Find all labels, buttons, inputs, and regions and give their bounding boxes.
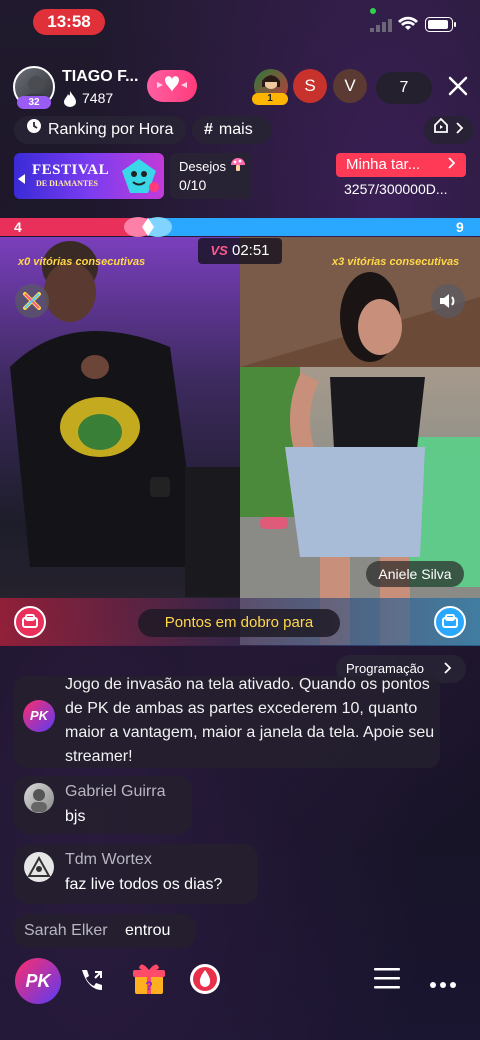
signal-icon (370, 18, 394, 37)
host-likes: 7487 (82, 90, 114, 106)
camera-indicator-dot (370, 8, 376, 14)
wishlist-value: 0/10 (179, 177, 207, 193)
chevron-left-icon (18, 171, 26, 189)
pk-right-score: 9 (456, 219, 464, 235)
chat-text: bjs (65, 808, 86, 825)
left-streak: x0 vitórias consecutivas (18, 256, 146, 268)
more-label: mais (218, 121, 253, 138)
pk-badge-text: PK (29, 708, 49, 723)
call-icon[interactable] (76, 966, 108, 1001)
viewer-count[interactable]: 7 (376, 72, 432, 104)
coin-drop-icon[interactable] (189, 962, 221, 1001)
chat-avatar[interactable] (24, 783, 54, 813)
gift-icon[interactable]: ? (133, 962, 165, 1001)
right-team-icon[interactable] (434, 606, 466, 638)
festival-subtitle: DE DIAMANTES (36, 179, 99, 188)
pk-system-badge: PK (23, 700, 55, 732)
my-task-button[interactable]: Minha tar... (336, 153, 466, 177)
svg-text:?: ? (145, 979, 152, 993)
join-username[interactable]: Sarah Elker (24, 922, 108, 940)
wifi-icon (398, 16, 418, 37)
join-action: entrou (125, 922, 171, 939)
flame-icon (64, 91, 76, 112)
chevron-right-icon (444, 656, 452, 684)
ranking-label: Ranking por Hora (48, 121, 174, 139)
viewer-avatar-3[interactable]: V (333, 69, 367, 103)
right-streak: x3 vitórias consecutivas (332, 256, 460, 268)
chevron-right-icon (448, 153, 456, 177)
host-name[interactable]: TIAGO F... (62, 68, 138, 86)
follow-button[interactable] (147, 70, 197, 102)
pk-left-score: 4 (14, 219, 22, 235)
pk-score-bar (0, 218, 480, 236)
hashtag-icon: # (204, 121, 213, 138)
festival-title: FESTIVAL (32, 162, 110, 178)
banner-pager-dots (80, 193, 120, 199)
double-points-label: Pontos em dobro para (138, 609, 340, 637)
host-level-badge: 32 (17, 96, 51, 109)
vs-label: VS (210, 243, 228, 258)
festival-banner[interactable]: FESTIVAL DE DIAMANTES (14, 153, 164, 199)
wishlist-label: Desejos (179, 159, 226, 174)
task-progress: 3257/300000D... (344, 181, 448, 197)
guest-name-tag[interactable]: Aniele Silva (366, 561, 464, 587)
pk-battle-button[interactable] (15, 284, 49, 318)
timer-value: 02:51 (231, 242, 270, 259)
more-options-icon[interactable] (429, 976, 457, 994)
mushroom-icon (230, 157, 246, 178)
ranking-chip[interactable]: Ranking por Hora (14, 116, 186, 144)
speaker-icon[interactable] (431, 284, 465, 318)
pk-button[interactable]: PK (15, 958, 61, 1004)
viewer-avatar-2[interactable]: S (293, 69, 327, 103)
close-icon[interactable] (444, 72, 472, 100)
wishlist-card[interactable]: Desejos 0/10 (170, 153, 252, 199)
chat-username[interactable]: Tdm Wortex (65, 851, 152, 869)
menu-icon[interactable] (374, 966, 400, 995)
left-team-icon[interactable] (14, 606, 46, 638)
pk-timer: VS 02:51 (198, 238, 282, 264)
chevron-right-icon (456, 116, 464, 144)
chat-username[interactable]: Gabriel Guirra (65, 783, 165, 801)
battery-icon (425, 17, 457, 37)
system-message-text: Jogo de invasão na tela ativado. Quando … (65, 676, 435, 765)
more-tags-chip[interactable]: # mais (192, 116, 272, 144)
clock-icon (26, 116, 42, 144)
pk-button-label: PK (25, 971, 51, 991)
status-time: 13:58 (33, 9, 105, 35)
chat-avatar[interactable] (24, 852, 54, 882)
viewer-rank-badge: 1 (252, 93, 288, 105)
chat-text: faz live todos os dias? (65, 876, 223, 893)
home-icon (432, 116, 450, 144)
festival-mascot-icon (118, 157, 160, 199)
home-chip[interactable] (424, 116, 474, 144)
my-task-label: Minha tar... (346, 156, 421, 173)
